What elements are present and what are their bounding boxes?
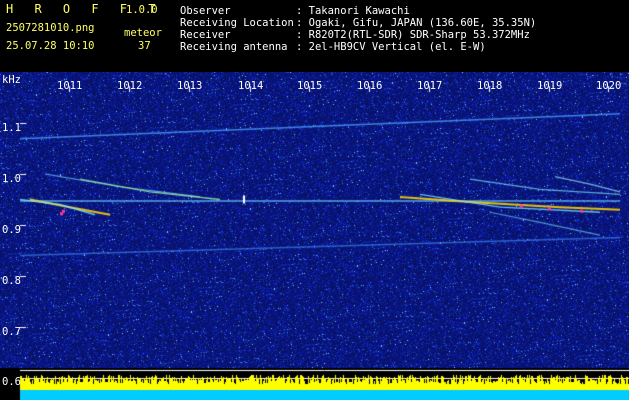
info-label-receiver: Receiver xyxy=(180,29,231,41)
time-tick-label: 1011 xyxy=(57,80,83,92)
info-label-location: Receiving Location xyxy=(180,17,294,29)
info-value-antenna: : 2el-HB9CV Vertical (el. E-W) xyxy=(296,41,486,53)
meteor-count: 37 xyxy=(138,40,151,52)
time-tick-label: 1017 xyxy=(417,80,443,92)
freq-tick-label: 0.7 xyxy=(2,326,21,338)
freq-tick-label: 0.8 xyxy=(2,275,21,287)
file-name: 2507281010.png xyxy=(6,22,95,34)
time-tick-label: 1012 xyxy=(117,80,143,92)
header-panel: H R O F F T 1.0.0 2507281010.png meteor … xyxy=(0,0,629,72)
meteor-label: meteor xyxy=(124,27,162,39)
time-tick-label: 1020 xyxy=(596,80,622,92)
date-time: 25.07.28 10:10 xyxy=(6,40,95,52)
info-label-antenna: Receiving antenna xyxy=(180,41,288,53)
time-tick-label: 1015 xyxy=(297,80,323,92)
time-tick-label: 1013 xyxy=(177,80,203,92)
time-tick-label: 1014 xyxy=(238,80,264,92)
time-tick-label: 1016 xyxy=(357,80,383,92)
info-value-receiver: : R820T2(RTL-SDR) SDR-Sharp 53.372MHz xyxy=(296,29,530,41)
spectrogram-canvas xyxy=(0,72,629,400)
freq-tick-label: 1.0 xyxy=(2,173,21,185)
info-value-observer: : Takanori Kawachi xyxy=(296,5,410,17)
freq-tick-label: 0.9 xyxy=(2,224,21,236)
freq-tick-label: 1.1 xyxy=(2,122,21,134)
freq-unit-label: kHz xyxy=(2,74,21,86)
freq-tick-label: 0.6 xyxy=(2,376,21,388)
app-version: 1.0.0 xyxy=(126,4,158,16)
info-value-location: : Ogaki, Gifu, JAPAN (136.60E, 35.35N) xyxy=(296,17,537,29)
info-label-observer: Observer xyxy=(180,5,231,17)
time-tick-label: 1018 xyxy=(477,80,503,92)
time-tick-label: 1019 xyxy=(537,80,563,92)
